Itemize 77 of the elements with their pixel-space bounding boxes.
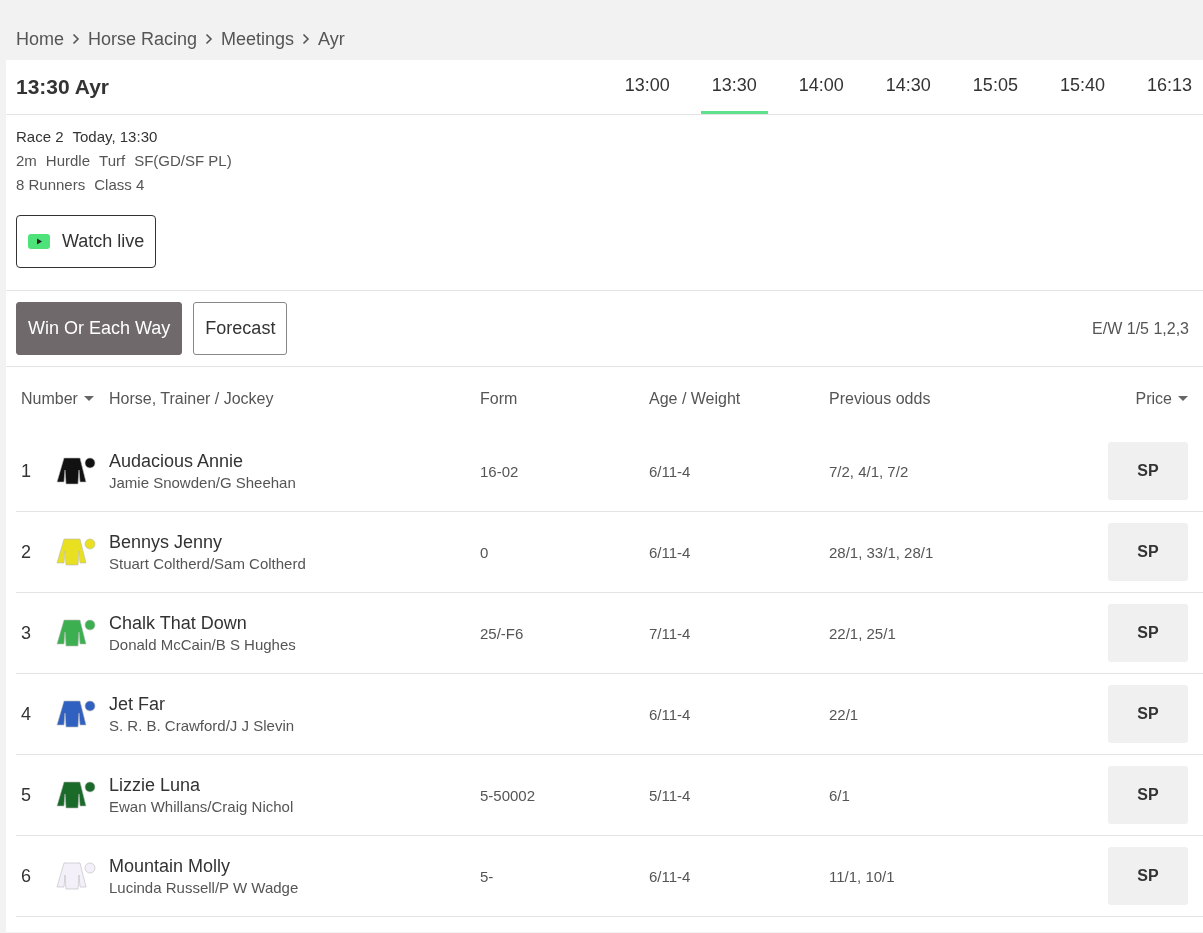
breadcrumb-link[interactable]: Ayr: [318, 28, 345, 50]
race-detail: 2m: [16, 151, 37, 171]
race-detail: Class 4: [94, 175, 145, 195]
runner-number: 5: [21, 784, 32, 806]
previous-odds-cell-text: 22/1, 25/1: [829, 624, 897, 642]
previous-odds-cell-text: 7/2, 4/1, 7/2: [829, 462, 910, 480]
race-time-tab[interactable]: 13:00: [613, 60, 681, 114]
breadcrumb-link[interactable]: Meetings: [221, 28, 295, 50]
age-weight-cell-text: 7/11-4: [649, 624, 692, 642]
race-time-tab[interactable]: 16:13: [1135, 60, 1203, 114]
race-time-tab[interactable]: 15:40: [1048, 60, 1116, 114]
caret-icon: [1178, 396, 1188, 402]
column-header: Horse, Trainer / Jockey: [109, 390, 275, 408]
trainer-jockey: Jamie Snowden/G Sheehan: [109, 474, 297, 491]
trainer-jockey: Stuart Coltherd/Sam Coltherd: [109, 555, 307, 572]
age-weight-cell-text: 6/11-4: [649, 543, 692, 561]
runner-number: 2: [21, 541, 32, 563]
form-cell-text: 25/-F6: [480, 624, 525, 642]
chevron-icon: [302, 33, 311, 45]
age-weight-cell-text: 6/11-4: [649, 705, 692, 723]
race-title: 13:30 Ayr: [16, 75, 109, 99]
market-tab[interactable]: Forecast: [193, 302, 288, 355]
race-detail: Today, 13:30: [72, 127, 158, 147]
age-weight-cell-text: 6/11-4: [649, 462, 692, 480]
race-time-tab[interactable]: 13:30: [700, 60, 768, 114]
price-button[interactable]: SP: [1108, 847, 1188, 905]
horse-name[interactable]: Audacious Annie: [109, 451, 480, 472]
price-button[interactable]: SP: [1108, 685, 1188, 743]
price-button[interactable]: SP: [1108, 523, 1188, 581]
trainer-jockey: Lucinda Russell/P W Wadge: [109, 879, 300, 896]
horse-name[interactable]: Bennys Jenny: [109, 532, 480, 553]
market-tab[interactable]: Win Or Each Way: [16, 302, 183, 355]
chevron-icon: [72, 33, 80, 45]
caret-icon: [83, 396, 94, 402]
trainer-jockey: Ewan Whillans/Craig Nichol: [109, 798, 295, 815]
column-header: Form: [480, 390, 519, 408]
runner-number: 4: [21, 703, 32, 725]
price-button[interactable]: SP: [1108, 766, 1188, 824]
play-icon: [28, 234, 50, 249]
race-time-tab[interactable]: 15:05: [961, 60, 1029, 114]
trainer-jockey: Donald McCain/B S Hughes: [109, 636, 297, 653]
breadcrumb-link[interactable]: Horse Racing: [88, 28, 198, 50]
column-header: Previous odds: [829, 390, 932, 408]
horse-name[interactable]: Chalk That Down: [109, 613, 480, 634]
previous-odds-cell-text: 22/1: [829, 705, 860, 723]
race-time-tab[interactable]: 14:30: [874, 60, 942, 114]
form-cell-text: 0: [480, 543, 490, 561]
price-sort-header[interactable]: Price: [1135, 390, 1188, 408]
race-time-tab[interactable]: 14:00: [787, 60, 855, 114]
column-header: Age / Weight: [649, 390, 742, 408]
each-way-terms: E/W 1/5 1,2,3: [1092, 319, 1190, 338]
trainer-jockey: S. R. B. Crawford/J J Slevin: [109, 717, 296, 734]
watch-live-button[interactable]: Watch live: [16, 215, 157, 268]
runner-number: 3: [21, 622, 32, 644]
breadcrumb-link[interactable]: Home: [16, 28, 64, 50]
price-button[interactable]: SP: [1108, 442, 1188, 500]
form-cell-text: 16-02: [480, 462, 520, 480]
race-detail: SF(GD/SF PL): [134, 151, 232, 171]
runner-number: 1: [21, 460, 32, 482]
previous-odds-cell-text: 6/1: [829, 786, 851, 804]
price-button[interactable]: SP: [1108, 604, 1188, 662]
horse-name[interactable]: Lizzie Luna: [109, 775, 480, 796]
previous-odds-cell-text: 11/1, 10/1: [829, 867, 896, 885]
horse-name[interactable]: Mountain Molly: [109, 856, 480, 877]
horse-name[interactable]: Jet Far: [109, 694, 480, 715]
race-detail: Race 2: [16, 127, 64, 147]
race-detail: Hurdle: [45, 151, 91, 171]
form-cell-text: 5-50002: [480, 786, 537, 804]
chevron-icon: [205, 33, 214, 45]
runner-number: 6: [21, 865, 32, 887]
race-detail: 8 Runners: [16, 175, 86, 195]
form-cell-text: 5-: [480, 867, 495, 885]
race-detail: Turf: [99, 151, 126, 171]
number-sort-header[interactable]: Number: [21, 390, 109, 408]
age-weight-cell-text: 6/11-4: [649, 867, 692, 885]
age-weight-cell-text: 5/11-4: [649, 786, 692, 804]
previous-odds-cell-text: 28/1, 33/1, 28/1: [829, 543, 935, 561]
